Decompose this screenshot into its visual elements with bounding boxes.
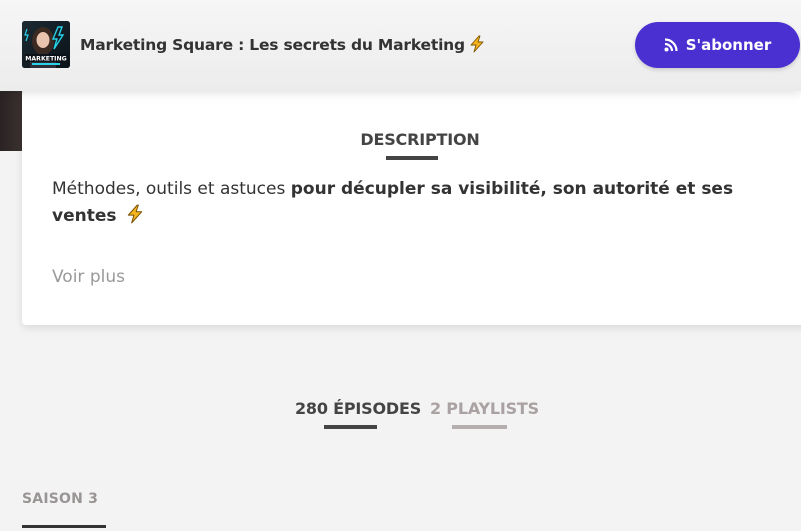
tab-playlists-underline	[452, 425, 507, 429]
rss-icon	[664, 38, 678, 52]
description-card: DESCRIPTION Méthodes, outils et astuces …	[22, 91, 801, 325]
tab-episodes[interactable]: 280 ÉPISODES	[295, 399, 421, 418]
description-plain-text: Méthodes, outils et astuces	[52, 179, 291, 199]
see-more-link[interactable]: Voir plus	[52, 267, 125, 287]
description-heading-underline	[386, 156, 438, 160]
podcast-cover-image[interactable]: MARKETING	[22, 21, 70, 68]
lightning-bolt-icon	[126, 204, 144, 233]
podcast-header: MARKETING Marketing Square : Les secrets…	[0, 0, 801, 91]
tab-playlists[interactable]: 2 PLAYLISTS	[430, 399, 539, 418]
podcast-title-text: Marketing Square : Les secrets du Market…	[80, 36, 465, 54]
season-label[interactable]: SAISON 3	[22, 491, 98, 507]
background-image-edge	[0, 91, 22, 151]
tab-episodes-underline	[324, 425, 377, 429]
subscribe-button[interactable]: S'abonner	[635, 22, 800, 68]
lightning-bolt-icon	[469, 35, 485, 57]
description-heading: DESCRIPTION	[360, 130, 480, 149]
cover-art-icon: MARKETING	[22, 21, 70, 68]
subscribe-label: S'abonner	[685, 36, 772, 54]
cover-text: MARKETING	[25, 56, 67, 63]
description-text: Méthodes, outils et astuces pour décuple…	[52, 176, 772, 233]
podcast-title[interactable]: Marketing Square : Les secrets du Market…	[80, 35, 485, 57]
season-underline	[22, 525, 106, 528]
